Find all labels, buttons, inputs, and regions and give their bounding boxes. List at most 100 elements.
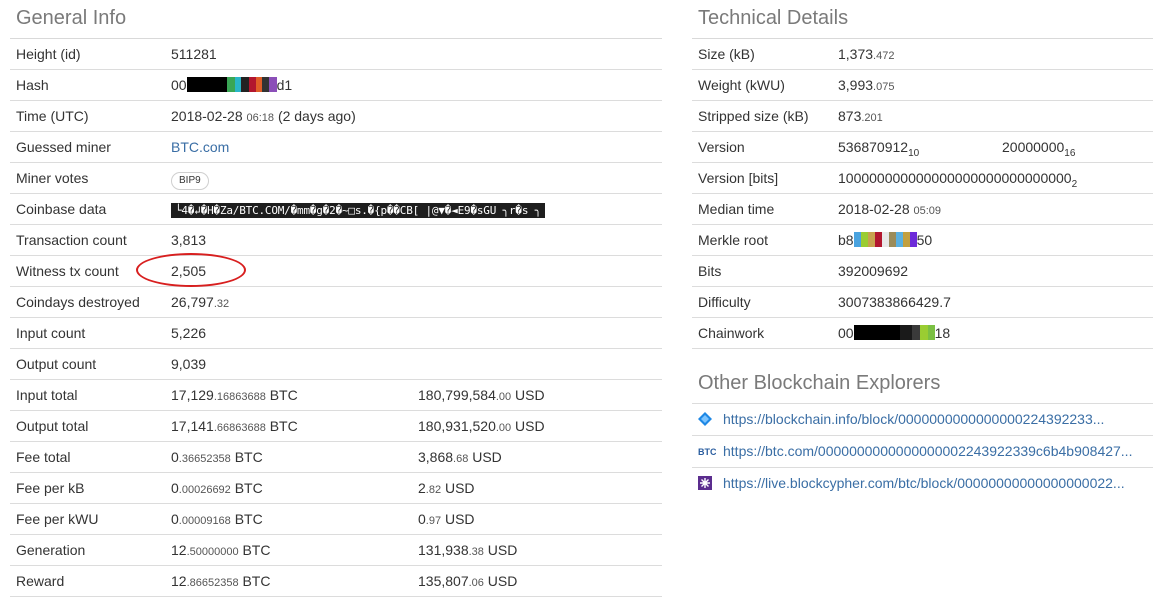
weight-value: 3,993.075 — [838, 70, 894, 102]
usd-amount: 131,938.38 USD — [418, 535, 517, 567]
usd-amount: 2.82 USD — [418, 473, 475, 505]
usd-main: 2 — [418, 480, 426, 496]
svg-text:BTC: BTC — [698, 447, 716, 457]
usd-main: 3,868 — [418, 449, 454, 465]
btc-amount: 0.00009168 BTC — [171, 504, 263, 536]
explorer-item-blockcypher[interactable]: https://live.blockcypher.com/btc/block/0… — [692, 467, 1153, 499]
usd-unit: USD — [444, 480, 475, 496]
explorer-link[interactable]: https://btc.com/000000000000000000224392… — [723, 436, 1132, 467]
size-dec: .472 — [873, 50, 895, 62]
usd-amount: 3,868.68 USD — [418, 442, 502, 474]
weight-dec: .075 — [873, 81, 895, 93]
chainwork-prefix: 00 — [838, 325, 854, 341]
label: Reward — [16, 573, 65, 589]
row-version-bits: Version [bits] 1000000000000000000000000… — [692, 163, 1153, 194]
btc-amount: 12.50000000 BTC — [171, 535, 270, 567]
height-value: 511281 — [171, 46, 217, 62]
label: Fee total — [16, 449, 71, 465]
btc-unit: BTC — [234, 480, 263, 496]
usd-main: 0 — [418, 511, 426, 527]
label: Fee per kWU — [16, 511, 99, 527]
row-coindays: Coindays destroyed 26,797.32 — [10, 287, 662, 318]
usd-main: 135,807 — [418, 573, 469, 589]
miner-link[interactable]: BTC.com — [171, 132, 229, 162]
label: Witness tx count — [16, 263, 119, 279]
label: Hash — [16, 77, 49, 93]
usd-main: 180,799,584 — [418, 387, 496, 403]
median-clock: 05:09 — [913, 205, 942, 217]
row-witness: Witness tx count 2,505 — [10, 253, 662, 287]
chainwork-suffix: 18 — [934, 325, 951, 341]
explorer-item-btc-com[interactable]: BTC https://btc.com/00000000000000000022… — [692, 435, 1153, 467]
btc-unit: BTC — [234, 511, 263, 527]
version-hex-base: 16 — [1064, 147, 1076, 159]
usd-dec: .97 — [425, 515, 442, 527]
technical-details-panel: Technical Details Size (kB) 1,373.472 We… — [692, 0, 1153, 499]
output-count-value: 9,039 — [171, 356, 207, 372]
row-output-count: Output count 9,039 — [10, 349, 662, 380]
row-time: Time (UTC) 2018-02-28 06:18 (2 days ago) — [10, 101, 662, 132]
time-date: 2018-02-28 — [171, 108, 243, 124]
label: Version — [698, 139, 745, 155]
btc-amount: 17,141.66863688 BTC — [171, 411, 298, 443]
technical-details-title: Technical Details — [692, 0, 1153, 39]
row-difficulty: Difficulty 3007383866429.7 — [692, 287, 1153, 318]
btc-main: 12 — [171, 542, 187, 558]
merkle-redacted-block — [853, 232, 917, 248]
median-value: 2018-02-28 05:09 — [838, 194, 941, 226]
merkle-value: b8 50 — [838, 225, 932, 255]
version-bits-digits: 100000000000000000000000000000 — [838, 170, 1072, 186]
btc-main: 17,141 — [171, 418, 214, 434]
time-ago: (2 days ago) — [277, 108, 356, 124]
label: Guessed miner — [16, 139, 111, 155]
btc-dec: .50000000 — [186, 546, 239, 558]
usd-unit: USD — [444, 511, 475, 527]
btc-unit: BTC — [242, 573, 271, 589]
usd-dec: .68 — [453, 453, 469, 465]
label: Input count — [16, 325, 86, 341]
input-count-value: 5,226 — [171, 325, 207, 341]
btc-amount: 17,129.16863688 BTC — [171, 380, 298, 412]
usd-dec: .06 — [468, 577, 484, 589]
size-value: 1,373.472 — [838, 39, 894, 71]
general-info-panel: General Info Height (id) 511281 Hash 00 d… — [10, 0, 662, 597]
general-info-title: General Info — [10, 0, 662, 39]
explorer-link[interactable]: https://live.blockcypher.com/btc/block/0… — [723, 468, 1125, 499]
btc-dec: .00009168 — [178, 515, 231, 527]
btc-amount: 0.36652358 BTC — [171, 442, 263, 474]
btc-main: 12 — [171, 573, 187, 589]
row-input-count: Input count 5,226 — [10, 318, 662, 349]
row-bits: Bits 392009692 — [692, 256, 1153, 287]
btc-dec: .00026692 — [178, 484, 231, 496]
label: Chainwork — [698, 325, 765, 341]
btc-main: 0 — [171, 449, 179, 465]
label: Difficulty — [698, 294, 751, 310]
explorer-link[interactable]: https://blockchain.info/block/0000000000… — [723, 404, 1104, 435]
coinbase-data: └4�↲�H�Za/BTC.COM/�mm�g�2�~□s.�{p��CB[ |… — [171, 203, 546, 218]
usd-main: 180,931,520 — [418, 418, 496, 434]
usd-main: 131,938 — [418, 542, 469, 558]
btc-amount: 0.00026692 BTC — [171, 473, 263, 505]
hash-prefix: 00 — [171, 77, 187, 93]
row-stripped: Stripped size (kB) 873.201 — [692, 101, 1153, 132]
label: Input total — [16, 387, 78, 403]
time-value: 2018-02-28 06:18 (2 days ago) — [171, 101, 356, 133]
votes-value: BIP9 — [171, 163, 209, 193]
row-input-total: Input total 17,129.16863688 BTC 180,799,… — [10, 380, 662, 411]
label: Fee per kB — [16, 480, 85, 496]
difficulty-value: 3007383866429.7 — [838, 294, 951, 310]
time-clock: 06:18 — [246, 112, 275, 124]
btc-main: 0 — [171, 480, 179, 496]
explorer-item-blockchain-info[interactable]: https://blockchain.info/block/0000000000… — [692, 403, 1153, 435]
hash-redacted-block — [186, 77, 277, 93]
bip9-badge: BIP9 — [171, 172, 209, 190]
coinbase-value: └4�↲�H�Za/BTC.COM/�mm�g�2�~□s.�{p��CB[ |… — [171, 194, 546, 224]
label: Coindays destroyed — [16, 294, 140, 310]
row-votes: Miner votes BIP9 — [10, 163, 662, 194]
btc-unit: BTC — [269, 387, 298, 403]
stripped-value: 873.201 — [838, 101, 883, 133]
btc-dec: .36652358 — [178, 453, 231, 465]
blockchain-info-icon — [698, 412, 712, 426]
row-version: Version 53687091210 2000000016 — [692, 132, 1153, 163]
coindays-main: 26,797 — [171, 294, 214, 310]
